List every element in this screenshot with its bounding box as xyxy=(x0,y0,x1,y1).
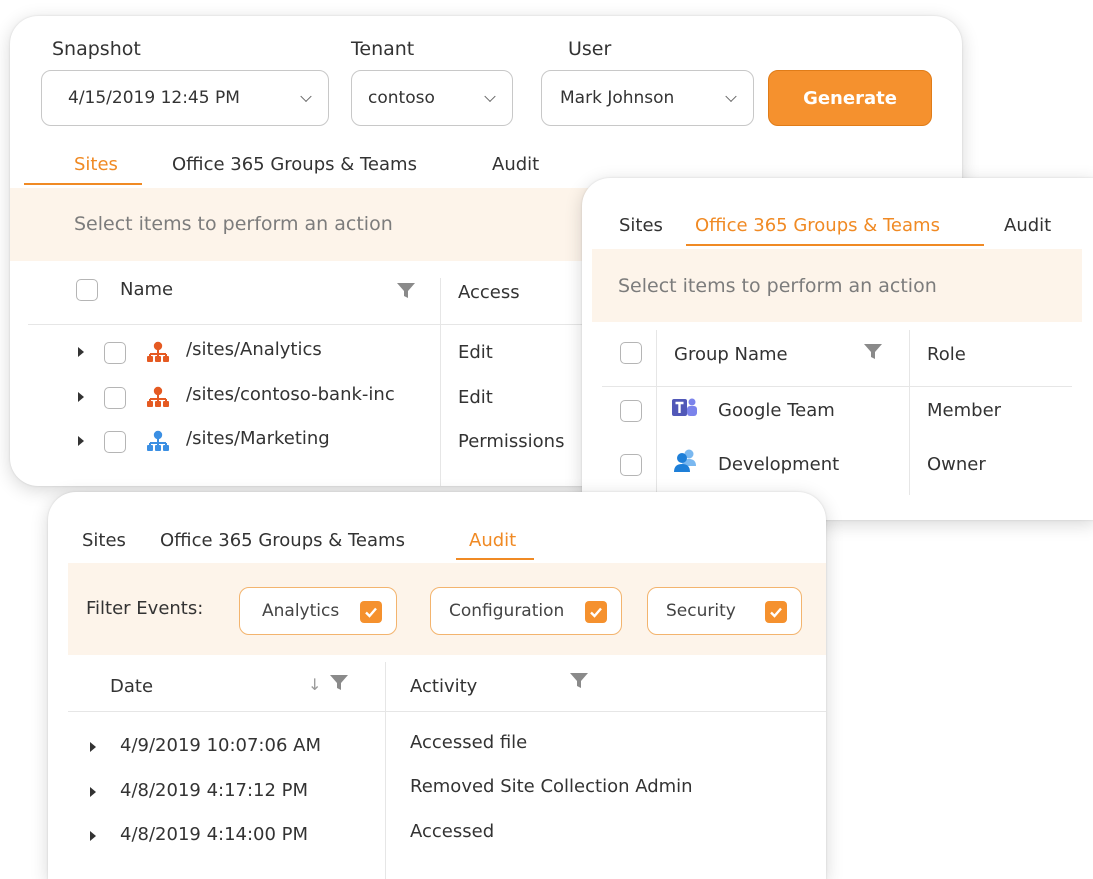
snapshot-dropdown[interactable]: 4/15/2019 12:45 PM xyxy=(41,70,329,126)
column-divider xyxy=(909,330,910,495)
tenant-label: Tenant xyxy=(351,38,415,60)
groups-teams-panel: Sites Office 365 Groups & Teams Audit Se… xyxy=(582,178,1093,520)
filter-security-label: Security xyxy=(666,601,736,621)
audit-date: 4/8/2019 4:17:12 PM xyxy=(120,780,309,801)
filter-events-label: Filter Events: xyxy=(86,598,204,619)
row-checkbox[interactable] xyxy=(104,342,126,364)
site-access: Edit xyxy=(458,342,493,363)
group-name[interactable]: Google Team xyxy=(718,400,835,421)
filter-icon[interactable] xyxy=(330,675,348,691)
tab-office365-groups-teams[interactable]: Office 365 Groups & Teams xyxy=(695,215,940,236)
site-access: Edit xyxy=(458,387,493,408)
user-value: Mark Johnson xyxy=(560,88,675,108)
row-checkbox[interactable] xyxy=(104,387,126,409)
group-name[interactable]: Development xyxy=(718,454,839,475)
column-divider xyxy=(385,662,386,879)
generate-button[interactable]: Generate xyxy=(768,70,932,126)
tab-sites[interactable]: Sites xyxy=(74,154,118,175)
site-name[interactable]: /sites/contoso-bank-inc xyxy=(186,384,395,405)
site-hierarchy-orange-icon xyxy=(147,341,169,362)
tab-office365-groups-teams[interactable]: Office 365 Groups & Teams xyxy=(172,154,417,175)
column-header-name[interactable]: Name xyxy=(120,279,173,300)
column-header-role[interactable]: Role xyxy=(927,344,966,365)
group-role: Member xyxy=(927,400,1002,421)
tab-audit[interactable]: Audit xyxy=(469,530,516,551)
sort-down-icon[interactable]: ↓ xyxy=(308,675,321,694)
site-hierarchy-orange-icon xyxy=(147,386,169,407)
tab-office365-groups-teams[interactable]: Office 365 Groups & Teams xyxy=(160,530,405,551)
audit-activity: Accessed file xyxy=(410,732,528,753)
column-header-date[interactable]: Date xyxy=(110,676,153,697)
column-header-access[interactable]: Access xyxy=(458,282,520,303)
filter-analytics[interactable]: Analytics xyxy=(239,587,397,635)
select-all-checkbox[interactable] xyxy=(620,342,642,364)
site-hierarchy-blue-icon xyxy=(147,430,169,451)
expand-arrow-icon[interactable] xyxy=(78,392,84,402)
tab-sites[interactable]: Sites xyxy=(619,215,663,236)
user-label: User xyxy=(568,38,612,60)
tenant-value: contoso xyxy=(368,88,435,108)
checkbox-checked-icon[interactable] xyxy=(585,601,607,623)
filter-security[interactable]: Security xyxy=(647,587,802,635)
chevron-down-icon xyxy=(725,90,737,103)
site-name[interactable]: /sites/Marketing xyxy=(186,428,330,449)
site-access: Permissions xyxy=(458,431,565,452)
row-checkbox[interactable] xyxy=(620,400,642,422)
filter-icon[interactable] xyxy=(570,673,588,689)
snapshot-label: Snapshot xyxy=(52,38,141,60)
filter-icon[interactable] xyxy=(864,344,882,360)
group-people-icon xyxy=(674,449,696,472)
header-divider xyxy=(602,386,1072,387)
chevron-down-icon xyxy=(300,90,312,103)
column-header-activity[interactable]: Activity xyxy=(410,676,477,697)
site-name[interactable]: /sites/Analytics xyxy=(186,339,322,360)
chevron-down-icon xyxy=(484,90,496,103)
column-header-group-name[interactable]: Group Name xyxy=(674,344,788,365)
action-hint: Select items to perform an action xyxy=(618,275,937,297)
header-divider xyxy=(68,711,826,712)
action-hint: Select items to perform an action xyxy=(74,213,393,235)
checkbox-checked-icon[interactable] xyxy=(360,601,382,623)
column-divider xyxy=(656,330,657,495)
select-all-checkbox[interactable] xyxy=(76,279,98,301)
column-divider xyxy=(440,278,441,486)
audit-activity: Removed Site Collection Admin xyxy=(410,776,693,797)
filter-analytics-label: Analytics xyxy=(262,601,340,621)
tenant-dropdown[interactable]: contoso xyxy=(351,70,513,126)
checkbox-checked-icon[interactable] xyxy=(765,601,787,623)
audit-activity: Accessed xyxy=(410,821,495,842)
teams-icon xyxy=(672,398,697,416)
active-tab-underline xyxy=(456,558,534,560)
expand-arrow-icon[interactable] xyxy=(78,347,84,357)
user-dropdown[interactable]: Mark Johnson xyxy=(541,70,754,126)
group-role: Owner xyxy=(927,454,986,475)
audit-panel: Sites Office 365 Groups & Teams Audit Fi… xyxy=(48,492,826,879)
tab-audit[interactable]: Audit xyxy=(1004,215,1051,236)
filter-icon[interactable] xyxy=(397,283,415,299)
expand-arrow-icon[interactable] xyxy=(90,742,96,752)
tab-audit[interactable]: Audit xyxy=(492,154,539,175)
expand-arrow-icon[interactable] xyxy=(90,787,96,797)
expand-arrow-icon[interactable] xyxy=(78,436,84,446)
header-divider xyxy=(28,324,588,325)
expand-arrow-icon[interactable] xyxy=(90,831,96,841)
active-tab-underline xyxy=(24,183,142,185)
row-checkbox[interactable] xyxy=(104,431,126,453)
snapshot-value: 4/15/2019 12:45 PM xyxy=(68,88,240,108)
active-tab-underline xyxy=(686,244,984,246)
filter-configuration[interactable]: Configuration xyxy=(430,587,622,635)
row-checkbox[interactable] xyxy=(620,454,642,476)
audit-date: 4/8/2019 4:14:00 PM xyxy=(120,824,309,845)
tab-sites[interactable]: Sites xyxy=(82,530,126,551)
filter-configuration-label: Configuration xyxy=(449,601,565,621)
audit-date: 4/9/2019 10:07:06 AM xyxy=(120,735,321,756)
